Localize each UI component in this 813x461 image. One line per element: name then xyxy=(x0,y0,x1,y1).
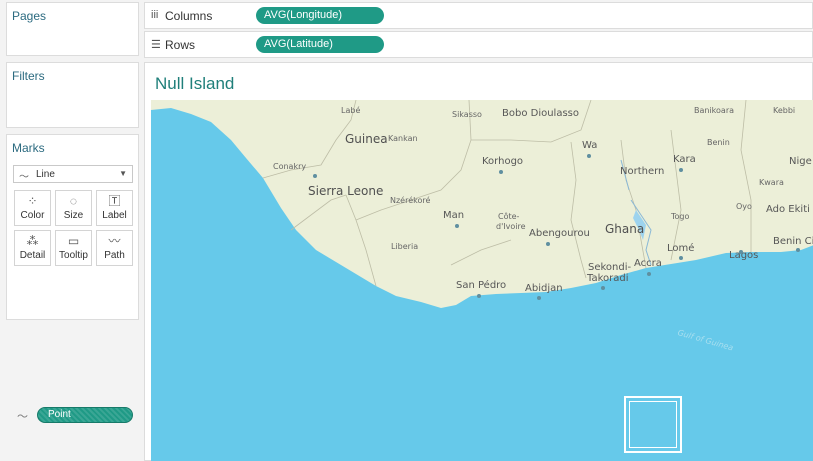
size-icon: ◌ xyxy=(69,194,78,208)
land-mass xyxy=(151,100,813,308)
map-label-cote: Côte- xyxy=(498,212,520,221)
map-label-labe: Labé xyxy=(341,106,361,115)
map-canvas[interactable]: Guinea Kankan Labé Sikasso Bobo Dioulass… xyxy=(151,100,813,461)
city-dot-abidjan xyxy=(537,296,541,300)
city-dot-wa xyxy=(587,154,591,158)
pages-title: Pages xyxy=(12,9,47,23)
tooltip-card[interactable]: ▭ Tooltip xyxy=(55,230,92,266)
tooltip-icon: ▭ xyxy=(67,234,80,248)
city-dot-lagos xyxy=(739,250,743,254)
city-dot-san-pedro xyxy=(477,294,481,298)
map-label-kara: Kara xyxy=(673,154,696,165)
map-label-abengourou: Abengourou xyxy=(529,228,590,239)
marks-title: Marks xyxy=(12,141,45,155)
columns-shelf[interactable]: iii Columns AVG(Longitude) xyxy=(144,2,813,29)
map-label-benin: Benin xyxy=(707,138,730,147)
rows-shelf[interactable]: ☰ Rows AVG(Latitude) xyxy=(144,31,813,58)
path-card[interactable]: 〰 Path xyxy=(96,230,133,266)
longitude-pill[interactable]: AVG(Longitude) xyxy=(256,7,384,24)
map-label-niger: Nige xyxy=(789,156,812,167)
map-label-bobo: Bobo Dioulasso xyxy=(502,108,580,119)
null-island-mark-inner xyxy=(629,401,677,448)
map-label-ghana: Ghana xyxy=(605,222,645,236)
point-field-pill[interactable]: Point xyxy=(37,407,133,423)
map-label-divoire: d'Ivoire xyxy=(496,222,526,231)
chevron-down-icon: ▼ xyxy=(119,169,127,178)
map-label-korhogo: Korhogo xyxy=(482,156,524,167)
map-label-banikoara: Banikoara xyxy=(694,106,735,115)
tableau-workspace: Pages Filters Marks 〜 Line ▼ ⁘ Color ◌ S… xyxy=(0,0,813,461)
city-dot-benin-city xyxy=(796,248,800,252)
rows-icon: ☰ xyxy=(151,39,161,51)
null-island-mark[interactable] xyxy=(624,396,682,453)
color-card-label: Color xyxy=(20,210,45,221)
latitude-pill[interactable]: AVG(Latitude) xyxy=(256,36,384,53)
city-dot-korhogo xyxy=(499,170,503,174)
path-field-row: 〜 Point xyxy=(17,407,139,425)
path-icon: 〰 xyxy=(108,234,121,248)
map-label-man: Man xyxy=(443,210,465,221)
map-label-kebbi: Kebbi xyxy=(773,106,796,115)
map-label-accra: Accra xyxy=(634,258,662,269)
pages-pane[interactable]: Pages xyxy=(6,2,139,56)
map-label-liberia: Liberia xyxy=(391,242,419,251)
map-label-lagos: Lagos xyxy=(729,250,759,261)
map-label-kankan: Kankan xyxy=(388,134,418,143)
columns-icon: iii xyxy=(151,9,159,21)
worksheet-title: Null Island xyxy=(155,74,235,93)
map-label-kwara: Kwara xyxy=(759,178,784,187)
map-label-sikasso: Sikasso xyxy=(452,110,482,119)
map-label-benin-city: Benin Ci xyxy=(773,236,813,247)
detail-card[interactable]: ⁂ Detail xyxy=(14,230,51,266)
tooltip-card-label: Tooltip xyxy=(59,250,88,261)
map-label-abidjan: Abidjan xyxy=(525,283,563,294)
label-card[interactable]: 🅃 Label xyxy=(96,190,133,226)
city-dot-abengourou xyxy=(546,242,550,246)
color-card[interactable]: ⁘ Color xyxy=(14,190,51,226)
city-dot-conakry xyxy=(313,174,317,178)
detail-icon: ⁂ xyxy=(26,234,39,248)
map-label-san-pedro: San Pédro xyxy=(456,280,507,291)
map-label-nzerekore: Nzérékoré xyxy=(390,196,431,205)
city-dot-lome xyxy=(679,256,683,260)
map-label-takoradi: Takoradi xyxy=(587,273,629,284)
city-dot-accra xyxy=(647,272,651,276)
columns-label: Columns xyxy=(165,9,213,23)
map-label-oyo: Oyo xyxy=(736,202,752,211)
map-label-lome: Lomé xyxy=(667,243,695,254)
path-card-label: Path xyxy=(104,250,125,261)
mark-type-dropdown[interactable]: 〜 Line ▼ xyxy=(13,165,133,183)
map-label-northern: Northern xyxy=(620,166,665,177)
label-card-label: Label xyxy=(102,210,127,221)
map-label-wa: Wa xyxy=(582,140,598,151)
filters-pane[interactable]: Filters xyxy=(6,62,139,128)
map-label-sierra-leone: Sierra Leone xyxy=(308,184,384,198)
map-label-conakry: Conakry xyxy=(273,162,307,171)
size-card[interactable]: ◌ Size xyxy=(55,190,92,226)
map-label-guinea: Guinea xyxy=(345,132,388,146)
city-dot-takoradi xyxy=(601,286,605,290)
marks-pane: Marks 〜 Line ▼ ⁘ Color ◌ Size 🅃 Label ⁂ … xyxy=(6,134,139,423)
map-label-ado-ekiti: Ado Ekiti xyxy=(766,204,810,215)
label-icon: 🅃 xyxy=(108,194,121,208)
size-card-label: Size xyxy=(63,210,84,221)
city-dot-man xyxy=(455,224,459,228)
color-dots-icon: ⁘ xyxy=(27,194,38,208)
line-mark-icon: 〜 xyxy=(19,172,29,183)
map-label-togo: Togo xyxy=(671,212,690,221)
path-line-icon: 〜 xyxy=(17,411,28,423)
map-label-sekondi: Sekondi- xyxy=(588,262,632,273)
rows-label: Rows xyxy=(165,38,196,52)
worksheet-view: Null Island Guinea Kankan Labé Sikasso B… xyxy=(144,62,813,461)
mark-type-label: Line xyxy=(36,169,55,180)
detail-card-label: Detail xyxy=(19,250,46,261)
filters-title: Filters xyxy=(12,69,45,83)
city-dot-kara xyxy=(679,168,683,172)
